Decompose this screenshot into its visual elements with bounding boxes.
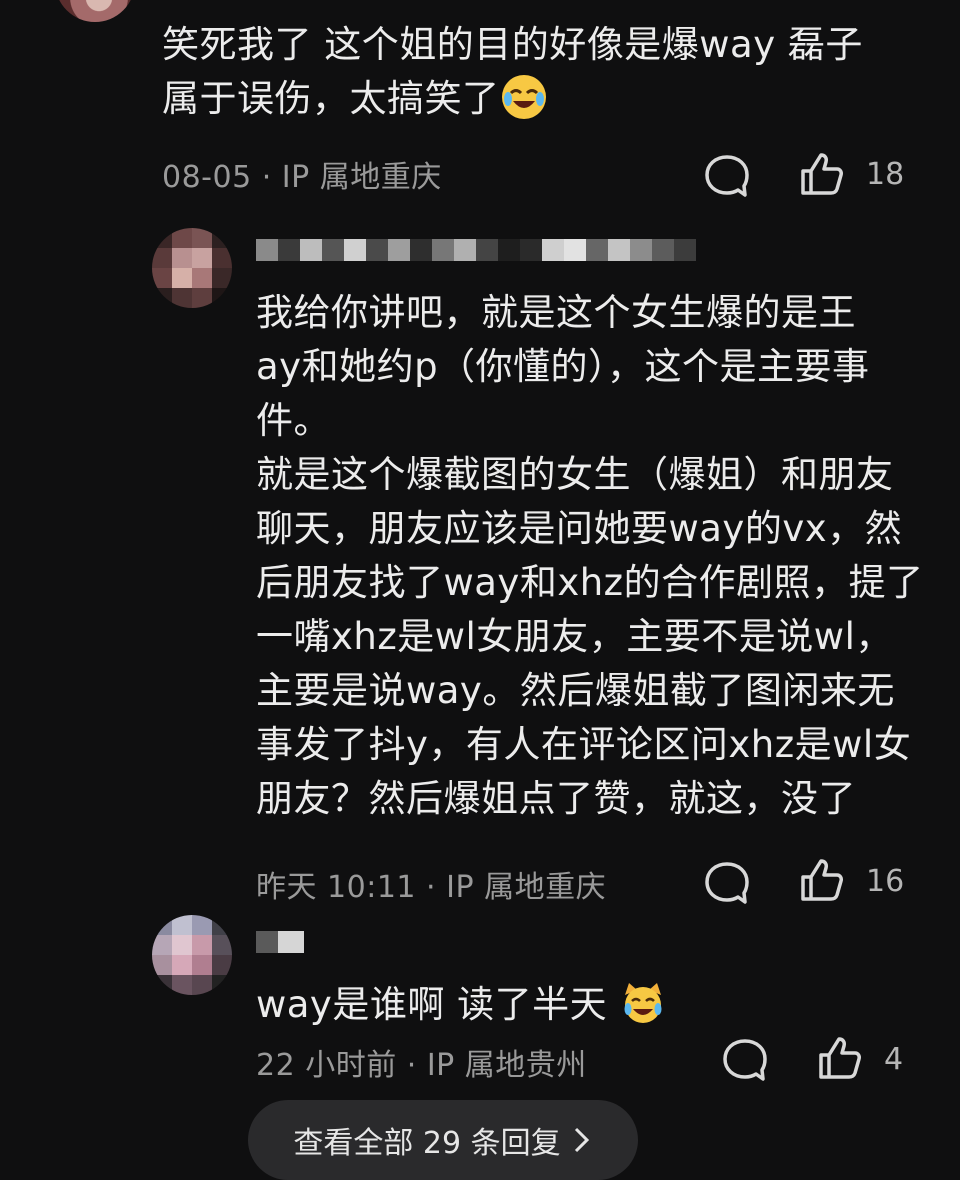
reply-icon[interactable] [702,858,752,908]
reply-line: 事发了抖y，有人在评论区问xhz是wl女 [256,723,912,766]
avatar[interactable] [152,915,232,995]
like-count: 18 [866,157,905,192]
reply-line: 主要是说way。然后爆姐截了图闲来无 [256,669,895,712]
comment-text: 笑死我了 这个姐的目的好像是爆way 磊子 属于误伤，太搞笑了 [162,18,942,126]
like-icon[interactable] [815,1033,865,1083]
reply-icon[interactable] [720,1035,770,1085]
avatar[interactable] [152,228,232,308]
reply-line: 就是这个爆截图的女生（爆姐）和朋友 [256,453,894,496]
reply-line: ay和她约p（你懂的），这个是主要事 [256,345,870,388]
username[interactable] [256,920,304,964]
like-icon[interactable] [797,149,847,199]
like-icon[interactable] [797,855,847,905]
reply-line: 一嘴xhz是wl女朋友，主要不是说wl， [256,615,893,658]
laughing-crying-emoji-icon [501,75,546,119]
like-count: 4 [884,1042,904,1077]
comment-line: 属于误伤，太搞笑了 [162,72,942,126]
like-count: 16 [866,864,905,899]
reply-meta: 22 小时前 · IP 属地贵州 [256,1048,587,1083]
comment-line: 笑死我了 这个姐的目的好像是爆way 磊子 [162,23,863,66]
reply-line: 聊天，朋友应该是问她要way的vx，然 [256,507,903,550]
reply-line: 我给你讲吧，就是这个女生爆的是王 [256,291,856,334]
view-all-label: 查看全部 29 条回复 [293,1126,561,1161]
reply-meta: 昨天 10:11 · IP 属地重庆 [256,870,607,905]
reply-text: way是谁啊 读了半天 [256,978,665,1032]
comment-meta: 08-05 · IP 属地重庆 [162,160,442,195]
reply-line: 朋友？然后爆姐点了赞，就这，没了 [256,777,856,820]
laughing-cat-emoji-icon [621,981,665,1025]
reply-icon[interactable] [702,151,752,201]
chevron-right-icon [571,1125,593,1155]
avatar[interactable] [55,0,135,22]
reply-line: 件。 [256,399,331,442]
view-all-replies-button[interactable]: 查看全部 29 条回复 [248,1100,638,1180]
username[interactable] [256,228,696,272]
reply-text: 我给你讲吧，就是这个女生爆的是王 ay和她约p（你懂的），这个是主要事 件。 就… [256,286,946,826]
reply-line: 后朋友找了way和xhz的合作剧照，提了 [256,561,924,604]
